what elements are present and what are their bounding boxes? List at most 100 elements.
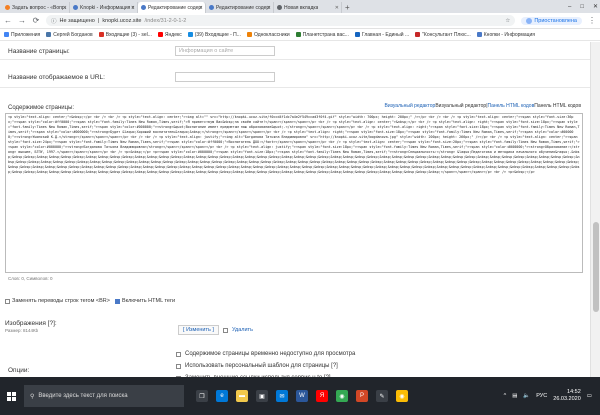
volume-icon[interactable]: 🔈 [523,393,530,399]
bookmark-item[interactable]: Кнопки - Информация [476,32,535,38]
enable-html-label: Включить HTML теги [121,298,176,304]
change-image-button[interactable]: [ Изменить ] [178,325,219,335]
bookmark-label: Яндекс [164,31,182,38]
tab-label: Новая вкладка [284,4,319,11]
store-icon[interactable]: ▣ [256,390,268,402]
bookmark-item[interactable]: Главная - Единый ... [354,32,409,38]
yandex-icon[interactable]: Я [316,390,328,402]
options-list: Содержимое страницы временно недоступно … [176,348,355,377]
bookmark-item[interactable]: Входящие (3) - sel... [98,31,152,38]
bookmark-item[interactable]: Сергей Богданов [46,32,93,38]
images-label: Изображения [?]: [5,320,57,327]
option-label: Использовать персональный шаблон для стр… [185,363,338,369]
option-checkbox[interactable] [176,351,181,357]
taskbar-search[interactable]: ⚲ Введите здесь текст для поиска [24,385,184,407]
favicon-icon [277,5,282,10]
favicon-icon [5,5,10,10]
language-indicator[interactable]: РУС [536,393,547,399]
bookmark-item[interactable]: "Консультант Плюс... [415,32,471,38]
bookmark-icon [476,32,482,37]
browser-tab[interactable]: Knopki - Информация о сайт✕ [70,2,138,13]
enable-html-checkbox[interactable] [114,298,120,304]
bookmark-item[interactable]: Планетстрана вас... [295,32,349,38]
favicon-icon [141,5,146,10]
chrome2-icon[interactable]: ◉ [396,390,408,402]
notifications-icon[interactable]: ▭ [587,393,592,399]
bookmark-item[interactable]: (39) Входящие - П... [187,32,241,38]
clock[interactable]: 14:52 26.03.2020 [553,389,581,403]
option-checkbox[interactable] [176,363,181,369]
ppt-icon[interactable]: P [356,390,368,402]
url-name-input[interactable] [175,72,275,82]
paint-icon[interactable]: ✎ [376,390,388,402]
bookmark-item[interactable]: Приложения [4,32,40,38]
html-panel-active: Панель HTML кодов [534,103,581,109]
browser-tab[interactable]: Редактирование содержимо✕ [206,2,274,13]
delete-image-checkbox[interactable] [222,327,228,333]
taskbar-search-placeholder: Введите здесь текст для поиска [38,393,128,399]
close-window-button[interactable]: ✕ [593,3,598,10]
bookmark-label: Входящие (3) - sel... [105,31,152,38]
delete-image-label: Удалить [231,327,253,333]
edge-icon[interactable]: e [216,390,228,402]
tab-strip: Задать вопрос - «Вопросы✕Knopki - Информ… [0,0,600,13]
new-tab-button[interactable]: + [345,2,350,13]
menu-icon[interactable]: ⋮ [588,16,596,25]
star-icon[interactable]: ☆ [505,18,510,24]
scrollbar-thumb[interactable] [593,222,599,312]
bookmark-icon [415,32,421,37]
forward-button[interactable]: → [18,16,26,25]
back-button[interactable]: ← [4,16,12,25]
network-icon[interactable]: ▤ [512,393,517,399]
tab-label: Редактирование содержимо [148,4,202,11]
content-editor: Содержимое страницы: Визуальный редактор… [5,103,583,283]
profile-label: Приостановлена [534,17,577,24]
visual-editor-link[interactable]: Визуальный редактор [385,103,436,109]
bookmark-item[interactable]: Яндекс [157,31,182,38]
html-panel-link[interactable]: Панель HTML кодов [488,103,535,109]
visual-editor-active: Визуальный редактор [435,103,487,109]
tab-label: Knopki - Информация о сайт [80,4,134,11]
bookmark-icon [98,32,104,37]
mail-icon[interactable]: ✉ [276,390,288,402]
url-input[interactable]: ⓘ Не защищено | knopki.ucoz.site/index/3… [46,15,516,26]
change-image-label: Изменить [186,327,211,333]
minimize-button[interactable]: – [568,4,571,10]
close-tab-icon[interactable]: ✕ [335,5,339,11]
url-path: /index/31-2-0-1-2 [144,17,187,24]
maximize-button[interactable]: □ [580,4,584,10]
close-tab-icon[interactable]: ✕ [63,5,67,11]
replace-br-label: Заменять переводы строк тегом <BR> [12,298,110,304]
images-section: Изображения [?]: Размер: 8144Кb [5,320,57,333]
bookmark-label: "Консультант Плюс... [422,31,471,38]
info-icon[interactable]: ⓘ [51,17,57,25]
chrome-icon[interactable]: ◉ [336,390,348,402]
close-tab-icon[interactable]: ✕ [199,5,203,11]
system-tray: ^ ▤ 🔈 РУС 14:52 26.03.2020 ▭ [504,389,592,403]
reload-button[interactable]: ⟳ [32,16,40,25]
close-tab-icon[interactable]: ✕ [131,5,135,11]
url-host: knopki.ucoz.site [102,17,142,24]
page-scrollbar[interactable] [590,42,600,377]
tray-chevron-icon[interactable]: ^ [504,393,507,399]
close-tab-icon[interactable]: ✕ [267,5,271,11]
profile-button[interactable]: Приостановлена [521,16,582,25]
windows-icon [6,391,16,401]
start-button[interactable] [0,377,22,415]
word-icon[interactable]: W [296,390,308,402]
browser-tab[interactable]: Новая вкладка ✕ [274,2,342,13]
page-name-input[interactable]: Информация о сайте [175,46,275,56]
browser-tab[interactable]: Задать вопрос - «Вопросы✕ [2,2,70,13]
html-source-textarea[interactable]: <p style="text-align: center;">&nbsp;</p… [5,113,583,273]
page-name-row: Название страницы: Информация о сайте [0,42,590,60]
browser-tab[interactable]: Редактирование содержимо✕ [138,2,206,13]
address-bar: ← → ⟳ ⓘ Не защищено | knopki.ucoz.site/i… [0,13,600,29]
replace-br-checkbox[interactable] [5,298,10,304]
bookmark-label: Одноклассники [253,31,290,38]
bookmark-item[interactable]: Одноклассники [246,31,290,38]
task-view-icon[interactable]: ❐ [196,390,208,402]
security-label: Не защищено [59,17,95,24]
word-count: Слов: 0, Символов: 0 [8,276,53,281]
file-explorer-icon[interactable]: ▬ [236,390,248,402]
favicon-icon [73,5,78,10]
